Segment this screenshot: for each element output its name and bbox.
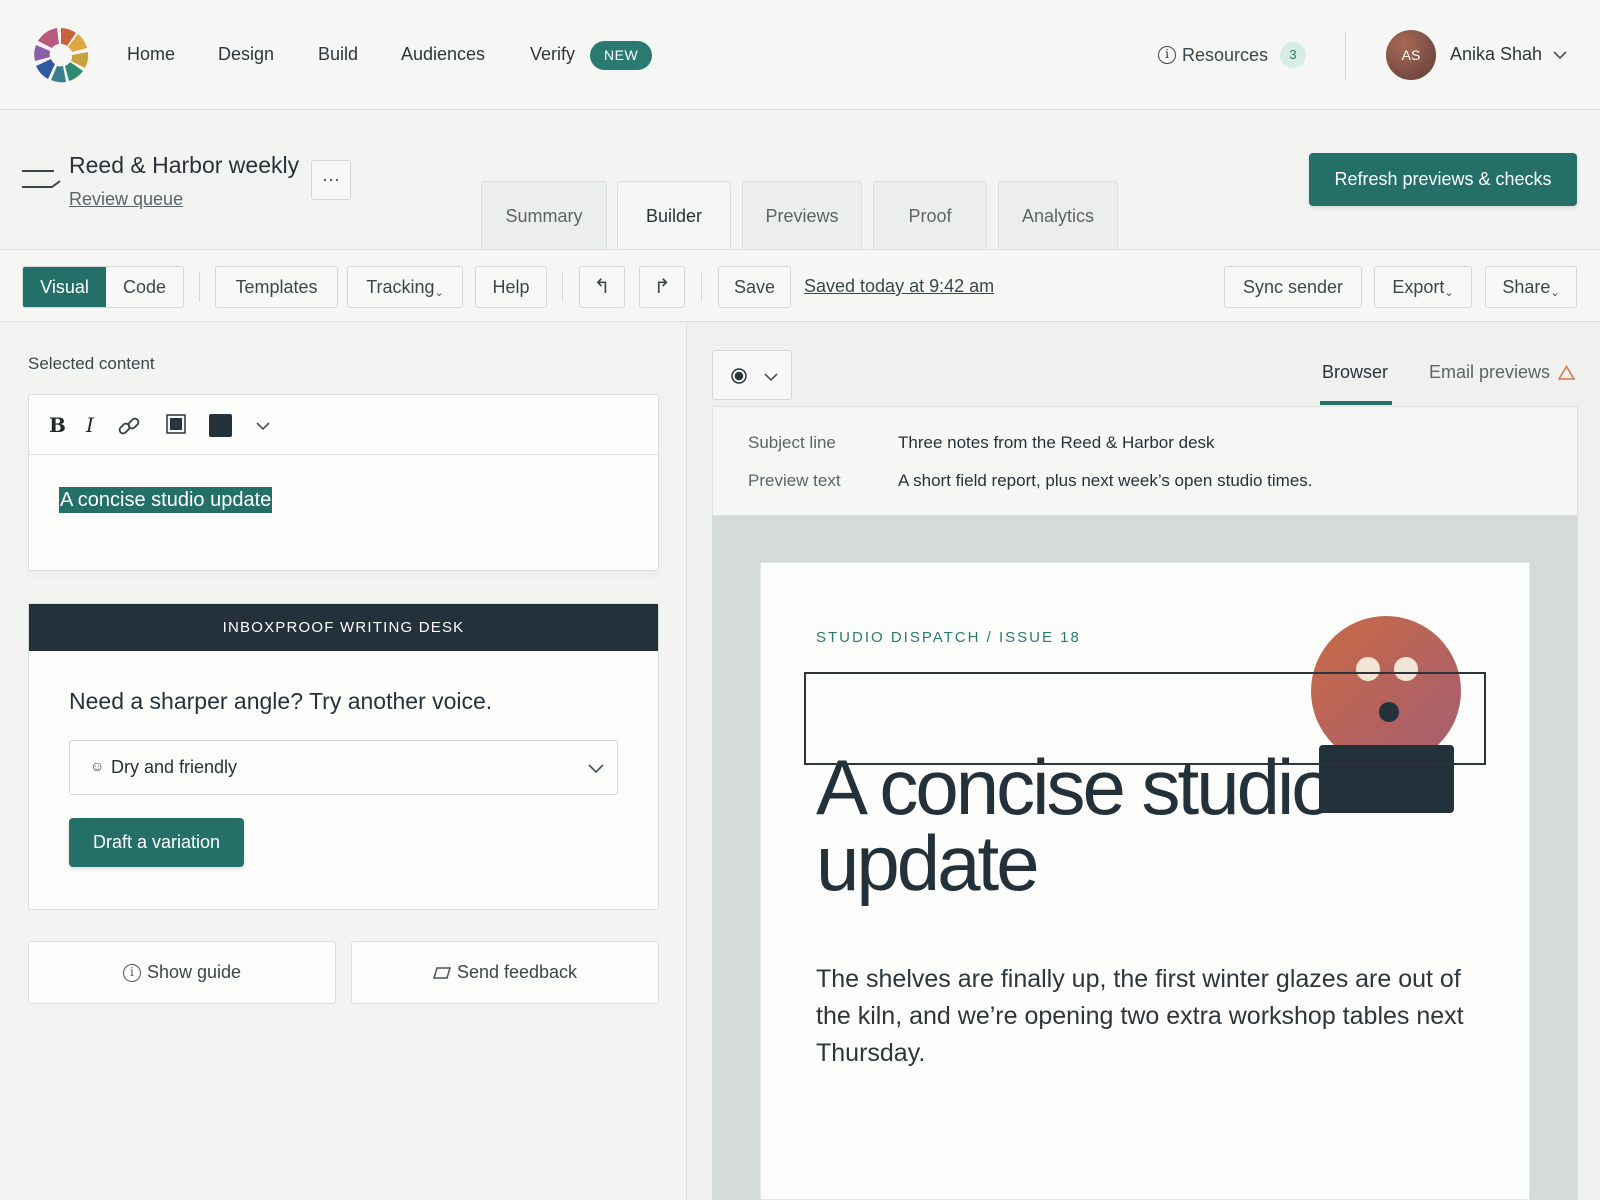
chevron-down-icon[interactable]	[1553, 50, 1567, 60]
sync-sender-button[interactable]: Sync sender	[1224, 266, 1362, 308]
builder-toolbar: Visual Code Templates Tracking⌄ Help ↰ ↱…	[0, 249, 1600, 322]
top-navigation: Home Design Build Audiences Verify NEW i…	[0, 0, 1600, 110]
nav-verify[interactable]: Verify	[530, 44, 575, 65]
writing-desk-card: INBOXPROOF WRITING DESK Need a sharper a…	[28, 603, 659, 910]
tab-summary[interactable]: Summary	[481, 181, 607, 249]
tab-previews[interactable]: Previews	[742, 181, 862, 249]
text-color-swatch[interactable]	[209, 414, 232, 437]
refresh-previews-button[interactable]: Refresh previews & checks	[1309, 153, 1577, 206]
share-button[interactable]: Share⌄	[1485, 266, 1577, 308]
selected-content-label: Selected content	[28, 354, 155, 373]
smiley-icon: ☺	[90, 758, 105, 774]
redo-icon[interactable]: ↱	[639, 266, 685, 308]
draft-variation-button[interactable]: Draft a variation	[69, 818, 244, 867]
toolbar-divider	[199, 272, 200, 302]
tab-browser[interactable]: Browser	[1322, 362, 1388, 383]
resources-link[interactable]: i Resources 3	[1158, 42, 1307, 68]
background-color-icon[interactable]	[166, 414, 186, 434]
preview-text-label: Preview text	[748, 471, 841, 490]
format-toolbar: B I	[29, 395, 658, 455]
nav-divider	[1345, 32, 1346, 80]
writing-desk-header: INBOXPROOF WRITING DESK	[29, 604, 658, 651]
warning-icon	[1558, 365, 1576, 380]
radio-dot-icon	[731, 368, 747, 384]
share-label: Share	[1502, 277, 1551, 297]
tracking-button[interactable]: Tracking⌄	[347, 266, 463, 308]
writing-desk-prompt: Need a sharper angle? Try another voice.	[69, 688, 493, 714]
email-meta: Subject line Three notes from the Reed &…	[712, 406, 1578, 516]
info-icon: i	[1158, 46, 1176, 64]
caret-down-icon: ⌄	[1444, 287, 1454, 299]
preview-text-value: A short field report, plus next week’s o…	[898, 471, 1313, 490]
email-headline[interactable]: A concise studio update	[816, 748, 1335, 907]
nav-audiences[interactable]: Audiences	[401, 44, 485, 65]
email-body: STUDIO DISPATCH / ISSUE 18 A concise stu…	[760, 562, 1530, 1200]
show-guide-button[interactable]: i Show guide	[28, 941, 336, 1004]
active-tab-indicator	[1320, 401, 1392, 405]
save-button[interactable]: Save	[718, 266, 791, 308]
nav-build[interactable]: Build	[318, 44, 358, 65]
subject-line-value: Three notes from the Reed & Harbor desk	[898, 433, 1215, 452]
mode-visual-button[interactable]: Visual	[23, 267, 106, 307]
info-icon: i	[122, 963, 141, 982]
review-queue-link[interactable]: Review queue	[69, 189, 183, 210]
headline-line-2: update	[816, 819, 1040, 907]
user-name[interactable]: Anika Shah	[1450, 44, 1542, 65]
export-label: Export	[1392, 277, 1445, 297]
feedback-icon	[432, 966, 451, 979]
export-button[interactable]: Export⌄	[1374, 266, 1472, 308]
toolbar-divider	[701, 272, 702, 302]
tracking-label: Tracking	[366, 277, 435, 297]
sidebar-toggle-icon[interactable]	[22, 168, 62, 190]
avatar[interactable]: AS	[1386, 30, 1436, 80]
brand-logo[interactable]	[32, 26, 90, 84]
mode-code-button[interactable]: Code	[106, 267, 183, 307]
subject-line-label: Subject line	[748, 433, 836, 452]
new-badge: NEW	[590, 41, 653, 70]
undo-icon[interactable]: ↰	[579, 266, 625, 308]
tab-proof[interactable]: Proof	[873, 181, 987, 249]
templates-button[interactable]: Templates	[215, 266, 338, 308]
tab-analytics[interactable]: Analytics	[998, 181, 1118, 249]
send-feedback-button[interactable]: Send feedback	[351, 941, 659, 1004]
caret-down-icon: ⌄	[434, 287, 444, 299]
send-feedback-label: Send feedback	[456, 962, 578, 982]
rich-text-editor: B I A concise studio update	[28, 394, 659, 571]
tab-builder[interactable]: Builder	[617, 181, 731, 249]
email-previews-label: Email previews	[1429, 362, 1551, 382]
nav-design[interactable]: Design	[218, 44, 274, 65]
campaign-title: Reed & Harbor weekly	[69, 152, 300, 178]
bold-button[interactable]: B	[49, 413, 66, 437]
saved-status-link[interactable]: Saved today at 9:42 am	[804, 276, 994, 297]
mode-toggle: Visual Code	[22, 266, 184, 308]
italic-button[interactable]: I	[86, 413, 94, 437]
resources-count-badge: 3	[1280, 42, 1307, 68]
voice-select[interactable]: ☺ Dry and friendly	[69, 740, 618, 795]
caret-down-icon: ⌄	[1550, 287, 1560, 299]
device-toggle[interactable]	[712, 350, 792, 400]
email-kicker: STUDIO DISPATCH / ISSUE 18	[816, 629, 1081, 646]
selection-outline	[804, 672, 1486, 765]
link-icon[interactable]	[117, 414, 141, 438]
resources-label: Resources	[1182, 44, 1269, 65]
chevron-down-icon	[588, 764, 604, 774]
email-body-text[interactable]: The shelves are finally up, the first wi…	[816, 961, 1476, 1072]
show-guide-label: Show guide	[146, 962, 242, 982]
tab-email-previews[interactable]: Email previews	[1429, 362, 1576, 383]
help-button[interactable]: Help	[475, 266, 547, 308]
more-options-button[interactable]: ···	[311, 160, 351, 200]
chevron-down-icon	[764, 373, 778, 382]
toolbar-divider	[562, 272, 563, 302]
selected-text[interactable]: A concise studio update	[59, 487, 273, 513]
nav-home[interactable]: Home	[127, 44, 175, 65]
voice-selected-value: Dry and friendly	[111, 757, 238, 777]
chevron-down-icon[interactable]	[256, 421, 270, 431]
